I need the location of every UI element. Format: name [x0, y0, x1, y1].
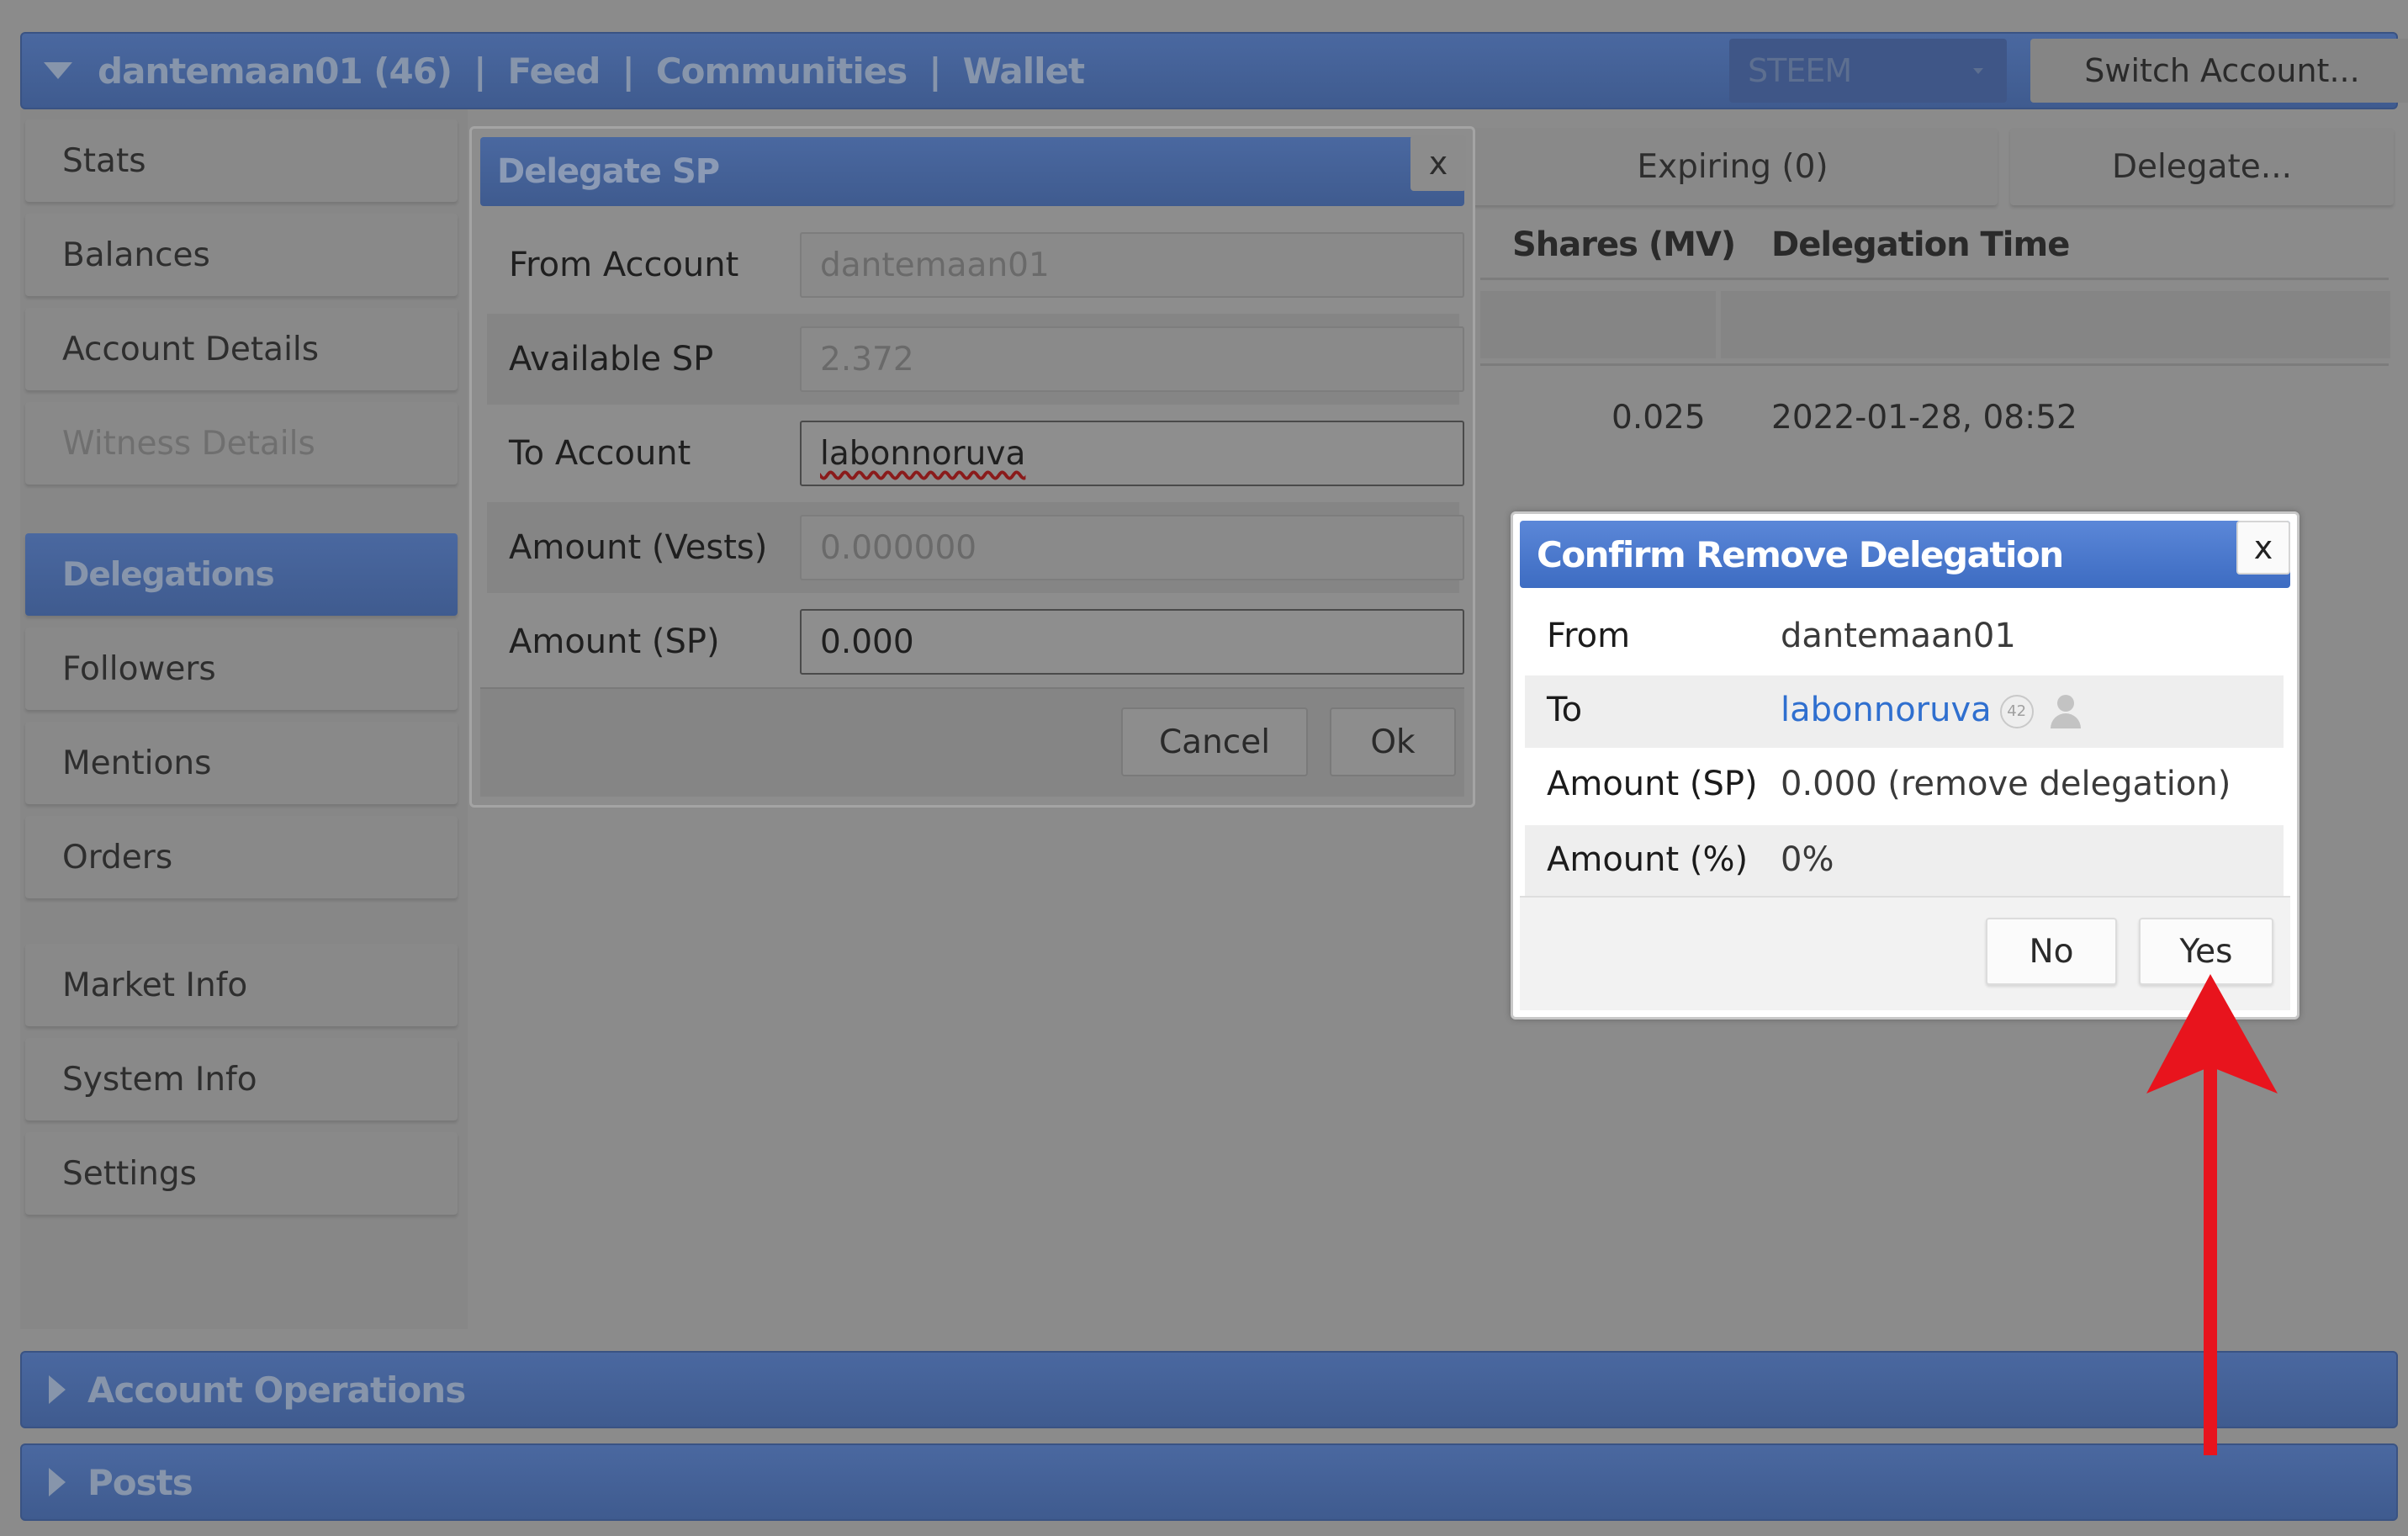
nav-separator: |	[622, 50, 635, 92]
confirm-row-to: To labonnoruva 42	[1525, 675, 2284, 748]
sidebar-item-settings[interactable]: Settings	[25, 1132, 458, 1215]
cancel-button[interactable]: Cancel	[1121, 707, 1308, 776]
field-label: From Account	[509, 246, 739, 284]
amount-sp-label: Amount (SP)	[1547, 765, 1758, 803]
nav-separator: |	[929, 50, 941, 92]
dialog-title: Delegate SP	[497, 152, 720, 191]
confirm-row-amount-percent: Amount (%) 0%	[1525, 825, 2284, 898]
expand-arrow-icon	[49, 1375, 66, 1404]
sidebar-item-stats[interactable]: Stats	[25, 119, 458, 202]
to-value-group: labonnoruva 42	[1781, 691, 2084, 730]
no-button[interactable]: No	[1986, 918, 2117, 985]
sidebar-item-followers[interactable]: Followers	[25, 628, 458, 710]
to-account-field[interactable]: labonnoruva	[800, 421, 1464, 486]
nav-feed-link[interactable]: Feed	[507, 50, 601, 92]
delegate-button[interactable]: Delegate...	[2010, 128, 2394, 205]
account-operations-title: Account Operations	[87, 1369, 466, 1411]
form-row-amount-vests: Amount (Vests) 0.000000	[487, 502, 1464, 593]
sidebar-item-delegations[interactable]: Delegations	[25, 533, 458, 616]
nav-wallet-link[interactable]: Wallet	[963, 50, 1086, 92]
chain-select[interactable]: STEEM	[1729, 39, 2007, 103]
sidebar-item-balances[interactable]: Balances	[25, 214, 458, 296]
field-label: Amount (Vests)	[509, 528, 768, 567]
dialog-footer: Cancel Ok	[480, 687, 1464, 797]
header-divider	[1480, 278, 2389, 280]
to-label: To	[1547, 691, 1583, 729]
table-cell-delegation-time: 2022-01-28, 08:52	[1771, 399, 2077, 437]
confirm-remove-delegation-dialog: Confirm Remove Delegation x From dantema…	[1511, 511, 2300, 1020]
from-label: From	[1547, 617, 1631, 655]
form-row-amount-sp: Amount (SP) 0.000	[487, 596, 1464, 687]
collapse-arrow-icon[interactable]	[44, 62, 72, 79]
field-label: Amount (SP)	[509, 622, 720, 661]
sidebar-item-mentions[interactable]: Mentions	[25, 722, 458, 804]
amount-sp-field[interactable]: 0.000	[800, 609, 1464, 675]
tab-expiring[interactable]: Expiring (0)	[1468, 128, 1998, 205]
form-row-to-account: To Account labonnoruva	[487, 408, 1464, 499]
posts-panel[interactable]: Posts	[20, 1443, 2398, 1521]
arrow-shaft	[2204, 1060, 2217, 1455]
from-account-field: dantemaan01	[800, 232, 1464, 298]
posts-title: Posts	[87, 1461, 193, 1503]
amount-percent-value: 0%	[1781, 840, 1834, 879]
sidebar-item-account-details[interactable]: Account Details	[25, 308, 458, 390]
dialog-title-bar[interactable]: Confirm Remove Delegation	[1520, 521, 2290, 588]
confirm-row-amount-sp: Amount (SP) 0.000 (remove delegation)	[1525, 749, 2284, 822]
filter-cell[interactable]	[1480, 291, 1716, 358]
table-cell-shares: 0.025	[1612, 399, 1706, 437]
to-account-link[interactable]: labonnoruva	[1781, 691, 1992, 729]
field-label: To Account	[509, 434, 691, 473]
column-header-delegation-time[interactable]: Delegation Time	[1771, 225, 2070, 264]
sidebar-item-market-info[interactable]: Market Info	[25, 944, 458, 1026]
confirm-row-from: From dantemaan01	[1525, 601, 2284, 674]
form-row-from-account: From Account dantemaan01	[487, 220, 1464, 310]
filter-divider	[1480, 363, 2389, 366]
to-account-value: labonnoruva	[820, 434, 1026, 473]
amount-vests-field: 0.000000	[800, 515, 1464, 580]
account-name-link[interactable]: dantemaan01 (46)	[98, 50, 452, 92]
dialog-title-bar[interactable]: Delegate SP	[480, 137, 1464, 206]
reputation-badge: 42	[1999, 695, 2034, 728]
nav-separator: |	[474, 50, 486, 92]
field-label: Available SP	[509, 340, 714, 379]
close-button[interactable]: x	[2236, 521, 2290, 575]
nav-communities-link[interactable]: Communities	[656, 50, 908, 92]
top-navigation-bar: dantemaan01 (46) | Feed | Communities | …	[20, 32, 2408, 109]
expand-arrow-icon	[49, 1468, 66, 1496]
switch-account-button[interactable]: Switch Account...	[2030, 39, 2408, 103]
column-header-shares[interactable]: Shares (MV)	[1512, 225, 1736, 264]
chevron-down-icon	[1973, 68, 1983, 74]
from-value: dantemaan01	[1781, 617, 2016, 655]
delegate-sp-dialog: Delegate SP x From Account dantemaan01 A…	[469, 126, 1475, 808]
red-annotation-arrow-icon	[2146, 974, 2278, 1455]
amount-percent-label: Amount (%)	[1547, 840, 1749, 879]
close-button[interactable]: x	[1410, 135, 1466, 191]
user-profile-icon[interactable]	[2047, 693, 2084, 730]
ok-button[interactable]: Ok	[1330, 707, 1456, 776]
form-row-available-sp: Available SP 2.372	[487, 314, 1464, 405]
sidebar-item-system-info[interactable]: System Info	[25, 1038, 458, 1120]
sidebar-item-witness-details: Witness Details	[25, 402, 458, 485]
chain-select-value: STEEM	[1748, 52, 1852, 89]
available-sp-field: 2.372	[800, 326, 1464, 392]
account-operations-panel[interactable]: Account Operations	[20, 1351, 2398, 1428]
amount-sp-value: 0.000 (remove delegation)	[1781, 765, 2231, 803]
dialog-title: Confirm Remove Delegation	[1537, 533, 2064, 575]
filter-cell[interactable]	[1721, 291, 2390, 358]
sidebar-item-orders[interactable]: Orders	[25, 816, 458, 898]
